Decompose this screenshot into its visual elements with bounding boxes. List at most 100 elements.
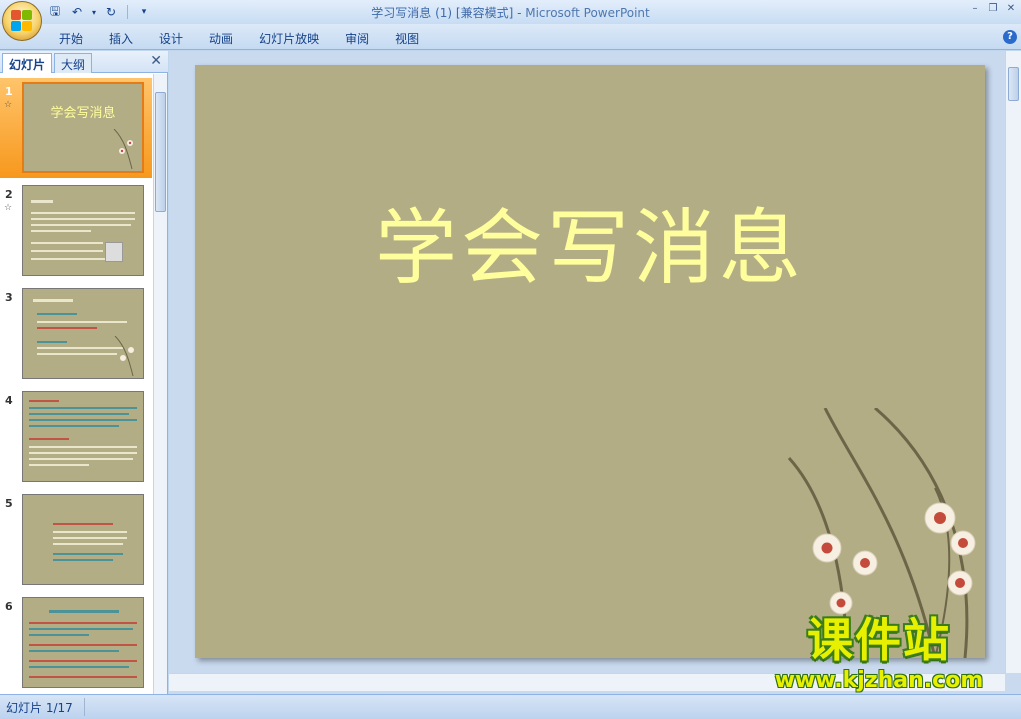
tab-outline[interactable]: 大纲	[54, 53, 93, 73]
thumbnail-text-line	[31, 242, 103, 244]
title-bar: 🖫 ↶ ▾ ↻ ▾ 学习写消息 (1) [兼容模式] - Microsoft P…	[0, 0, 1021, 41]
slide-thumbnail[interactable]	[22, 288, 144, 379]
thumbnail-text-line	[37, 327, 97, 329]
thumbnail-text-line	[31, 212, 135, 214]
thumbnail-list: 1 ☆ 学会写消息 2 ☆ 3 4 5 6	[0, 74, 152, 694]
slide-thumbnail[interactable]	[22, 597, 144, 688]
office-logo-icon	[11, 10, 33, 32]
current-slide[interactable]: 学会写消息	[195, 65, 985, 658]
slide-thumbnail-row[interactable]: 1 ☆ 学会写消息	[0, 78, 152, 178]
thumbnail-photo	[105, 242, 123, 262]
thumbnail-text-line	[53, 543, 123, 545]
window-title: 学习写消息 (1) [兼容模式] - Microsoft PowerPoint	[0, 4, 1021, 21]
slide-thumbnail[interactable]	[22, 494, 144, 585]
thumbnail-text-line	[29, 446, 137, 448]
thumbnail-text-line	[29, 419, 137, 421]
slide-editor: 学会写消息	[169, 51, 1021, 694]
slide-thumbnail-row[interactable]: 3	[0, 284, 152, 384]
thumbnail-text-line	[49, 610, 119, 613]
document-title: 学习写消息 (1) [兼容模式]	[371, 6, 514, 20]
window-controls: – ❐ ✕	[967, 2, 1019, 16]
app-name: Microsoft PowerPoint	[525, 6, 650, 20]
slide-thumbnail[interactable]	[22, 185, 144, 276]
watermark: 课件站 www.kjzhan.com	[759, 614, 999, 693]
watermark-url: www.kjzhan.com	[774, 668, 984, 693]
thumbnail-text-line	[31, 258, 115, 260]
thumbnail-text-line	[29, 452, 137, 454]
help-icon[interactable]: ?	[1003, 30, 1017, 44]
slide-number: 3	[5, 291, 13, 304]
thumbnail-text-line	[29, 644, 137, 646]
thumbnail-text-line	[31, 230, 91, 232]
slide-number: 1	[5, 85, 13, 98]
thumbnail-text-line	[37, 353, 117, 355]
thumbnail-text-line	[53, 523, 113, 525]
office-button[interactable]	[2, 1, 42, 41]
slide-number: 6	[5, 600, 13, 613]
thumbnail-text-line	[53, 531, 127, 533]
tab-view[interactable]: 视图	[382, 28, 432, 49]
close-icon[interactable]: ✕	[1003, 2, 1019, 16]
slide-thumbnail[interactable]	[22, 391, 144, 482]
transition-icon: ☆	[4, 100, 13, 110]
thumbnail-text-line	[29, 413, 129, 415]
slide-title[interactable]: 学会写消息	[195, 181, 985, 300]
slide-thumbnail-row[interactable]: 4	[0, 387, 152, 487]
ribbon: 开始 插入 设计 动画 幻灯片放映 审阅 视图 ?	[0, 24, 1021, 50]
thumbnail-text-line	[29, 634, 89, 636]
slides-pane: 幻灯片 大纲 ✕ 1 ☆ 学会写消息 2 ☆ 3 4 5 6	[0, 51, 168, 694]
thumbnail-text-line	[37, 341, 67, 343]
title-separator: -	[513, 6, 526, 20]
tab-home[interactable]: 开始	[46, 28, 96, 49]
watermark-logo: 课件站	[807, 613, 951, 667]
thumbnail-text-line	[31, 200, 53, 203]
slide-thumbnail-row[interactable]: 6	[0, 593, 152, 693]
thumbnail-text-line	[29, 628, 133, 630]
thumbnail-text-line	[53, 537, 127, 539]
close-pane-icon[interactable]: ✕	[150, 53, 162, 69]
thumbnail-text-line	[29, 425, 119, 427]
minimize-icon[interactable]: –	[967, 2, 983, 16]
status-divider	[84, 698, 85, 716]
thumbnail-title: 学会写消息	[50, 106, 116, 121]
thumbnail-text-line	[31, 250, 103, 252]
status-bar: 幻灯片 1/17	[0, 694, 1021, 719]
thumbnail-text-line	[33, 299, 73, 302]
slide-counter: 幻灯片 1/17	[6, 701, 73, 715]
tab-insert[interactable]: 插入	[96, 28, 146, 49]
thumbnail-text-line	[31, 218, 135, 220]
thumbnail-text-line	[31, 224, 131, 226]
slide-number: 5	[5, 497, 13, 510]
thumbnail-text-line	[37, 313, 77, 315]
thumbnail-text-line	[29, 676, 137, 678]
thumbnail-text-line	[29, 438, 69, 440]
slide-thumbnail[interactable]: 学会写消息	[22, 82, 144, 173]
thumbnail-text-line	[29, 400, 59, 402]
thumbnail-text-line	[37, 321, 127, 323]
tab-slide-show[interactable]: 幻灯片放映	[246, 28, 332, 49]
thumbnail-text-line	[29, 650, 119, 652]
flower-decoration-icon	[113, 129, 133, 169]
thumbnail-text-line	[29, 622, 137, 624]
slide-thumbnail-row[interactable]: 5	[0, 490, 152, 590]
scrollbar-thumb[interactable]	[155, 92, 166, 212]
restore-icon[interactable]: ❐	[985, 2, 1001, 16]
flower-decoration-icon	[114, 336, 134, 376]
scrollbar-thumb[interactable]	[1008, 67, 1019, 101]
slide-thumbnail-row[interactable]: 2 ☆	[0, 181, 152, 281]
thumbnail-text-line	[29, 458, 133, 460]
tab-review[interactable]: 审阅	[332, 28, 382, 49]
slide-number: 4	[5, 394, 13, 407]
tab-design[interactable]: 设计	[146, 28, 196, 49]
transition-icon: ☆	[4, 203, 13, 213]
thumbnail-scrollbar[interactable]	[153, 74, 167, 694]
slide-number: 2	[5, 188, 13, 201]
thumbnail-text-line	[29, 407, 137, 409]
tab-slides[interactable]: 幻灯片	[2, 53, 53, 73]
thumbnail-text-line	[53, 553, 123, 555]
vertical-scrollbar[interactable]	[1005, 51, 1021, 673]
pane-tabs: 幻灯片 大纲 ✕	[0, 51, 168, 73]
tab-animations[interactable]: 动画	[196, 28, 246, 49]
thumbnail-text-line	[29, 660, 137, 662]
thumbnail-text-line	[29, 666, 129, 668]
